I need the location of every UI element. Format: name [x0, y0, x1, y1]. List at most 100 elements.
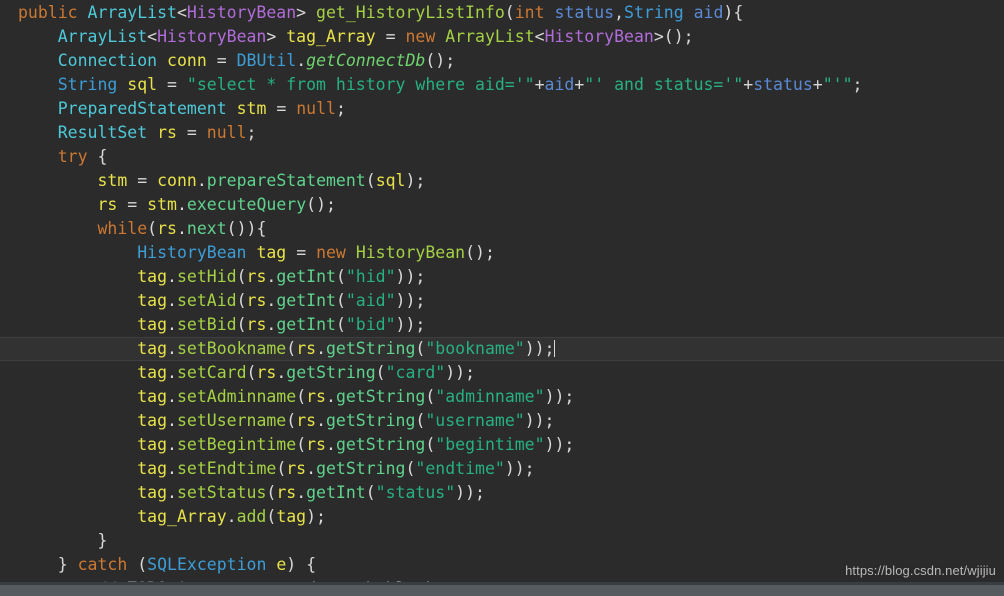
code-line-17[interactable]: tag.setAdminname(rs.getString("adminname…: [0, 385, 1004, 409]
type-string: String: [57, 75, 118, 94]
horizontal-scrollbar[interactable]: [0, 585, 1004, 596]
var-tag: tag: [137, 459, 168, 478]
code-line-13[interactable]: tag.setAid(rs.getInt("aid"));: [0, 289, 1004, 313]
line-tail: ));: [544, 387, 575, 406]
dot: .: [276, 363, 287, 382]
brace-close: }: [97, 531, 108, 550]
semicolon: ;: [852, 75, 863, 94]
method-add: add: [236, 507, 267, 526]
code-content[interactable]: public ArrayList<HistoryBean> get_Histor…: [0, 0, 1004, 596]
line-tail: ) {: [286, 555, 317, 574]
type-sqlexception: SQLException: [147, 555, 267, 574]
line-tail: ();: [306, 195, 336, 214]
method-executequery: executeQuery: [186, 195, 307, 214]
var-conn: conn: [157, 171, 197, 190]
plus-operator: +: [812, 75, 823, 94]
method-getstring: getString: [326, 339, 416, 358]
code-line-12[interactable]: tag.setHid(rs.getInt("hid"));: [0, 265, 1004, 289]
keyword-catch: catch: [77, 555, 128, 574]
method-setbookname: setBookname: [176, 339, 287, 358]
code-line-14[interactable]: tag.setBid(rs.getInt("bid"));: [0, 313, 1004, 337]
string-literal-endtime: "endtime": [415, 459, 505, 478]
var-tag-array: tag_Array: [137, 507, 227, 526]
method-getstring: getString: [326, 411, 416, 430]
keyword-new: new: [405, 27, 436, 46]
paren-open: (: [266, 483, 277, 502]
line-tail: );: [306, 507, 326, 526]
var-rs: rs: [97, 195, 118, 214]
dot: .: [306, 459, 317, 478]
method-setusername: setUsername: [176, 411, 287, 430]
code-line-7[interactable]: try {: [0, 145, 1004, 169]
paren-open: (: [296, 435, 307, 454]
method-getstring: getString: [286, 363, 376, 382]
line-tail: >();: [653, 27, 694, 46]
line-tail: ));: [395, 291, 426, 310]
var-tag: tag: [137, 387, 168, 406]
paren-open: (: [266, 507, 277, 526]
line-tail: ));: [524, 411, 555, 430]
code-line-19[interactable]: tag.setBegintime(rs.getString("begintime…: [0, 433, 1004, 457]
assign-operator: =: [385, 27, 396, 46]
var-sql: sql: [127, 75, 158, 94]
paren-open: (: [365, 483, 376, 502]
code-line-6[interactable]: ResultSet rs = null;: [0, 121, 1004, 145]
var-rs: rs: [276, 483, 297, 502]
assign-operator: =: [127, 195, 138, 214]
constructor-historybean: HistoryBean: [355, 243, 466, 262]
string-literal-sql-part2: "' and status='": [584, 75, 744, 94]
code-line-9[interactable]: rs = stm.executeQuery();: [0, 193, 1004, 217]
code-line-16[interactable]: tag.setCard(rs.getString("card"));: [0, 361, 1004, 385]
paren-open: (: [405, 459, 416, 478]
dot: .: [266, 315, 277, 334]
angle-close: >: [266, 27, 277, 46]
assign-operator: =: [186, 123, 197, 142]
dot: .: [167, 435, 177, 454]
generic-historybean: HistoryBean: [157, 27, 267, 46]
code-line-10[interactable]: while(rs.next()){: [0, 217, 1004, 241]
paren-open: (: [335, 315, 346, 334]
dot: .: [296, 483, 307, 502]
method-getint: getInt: [276, 267, 336, 286]
code-line-21[interactable]: tag.setStatus(rs.getInt("status"));: [0, 481, 1004, 505]
string-literal-username: "username": [425, 411, 525, 430]
string-literal-sql-part3: "'": [822, 75, 853, 94]
line-tail: ()){: [226, 219, 267, 238]
code-line-23[interactable]: }: [0, 529, 1004, 553]
code-line-2[interactable]: ArrayList<HistoryBean> tag_Array = new A…: [0, 25, 1004, 49]
comma: ,: [614, 3, 625, 22]
type-string: String: [624, 3, 684, 22]
code-line-20[interactable]: tag.setEndtime(rs.getString("endtime"));: [0, 457, 1004, 481]
code-line-1[interactable]: public ArrayList<HistoryBean> get_Histor…: [0, 1, 1004, 25]
plus-operator: +: [534, 75, 545, 94]
code-line-4[interactable]: String sql = "select * from history wher…: [0, 73, 1004, 97]
code-line-8[interactable]: stm = conn.prepareStatement(sql);: [0, 169, 1004, 193]
generic-historybean: HistoryBean: [186, 3, 297, 22]
line-tail: ();: [465, 243, 495, 262]
keyword-null: null: [296, 99, 336, 118]
method-getstring: getString: [335, 435, 426, 454]
string-literal-sql-part1: "select * from history where aid='": [186, 75, 535, 94]
method-sethid: setHid: [176, 267, 237, 286]
string-literal-card: "card": [385, 363, 446, 382]
plus-operator: +: [743, 75, 754, 94]
string-literal-bookname: "bookname": [425, 339, 525, 358]
code-line-5[interactable]: PreparedStatement stm = null;: [0, 97, 1004, 121]
var-tag: tag: [137, 315, 168, 334]
dot: .: [226, 507, 237, 526]
paren-open: (: [286, 339, 297, 358]
type-resultset: ResultSet: [57, 123, 148, 142]
dot: .: [266, 291, 277, 310]
code-line-22[interactable]: tag_Array.add(tag);: [0, 505, 1004, 529]
line-tail: ));: [445, 363, 476, 382]
paren-open: (: [296, 387, 307, 406]
code-editor[interactable]: public ArrayList<HistoryBean> get_Histor…: [0, 0, 1004, 596]
var-stm: stm: [236, 99, 267, 118]
code-line-3[interactable]: Connection conn = DBUtil.getConnectDb();: [0, 49, 1004, 73]
string-literal-adminname: "adminname": [435, 387, 545, 406]
code-line-11[interactable]: HistoryBean tag = new HistoryBean();: [0, 241, 1004, 265]
code-line-18[interactable]: tag.setUsername(rs.getString("username")…: [0, 409, 1004, 433]
text-cursor: [553, 340, 555, 357]
code-line-15-current[interactable]: tag.setBookname(rs.getString("bookname")…: [0, 337, 1004, 361]
type-preparedstatement: PreparedStatement: [57, 99, 227, 118]
